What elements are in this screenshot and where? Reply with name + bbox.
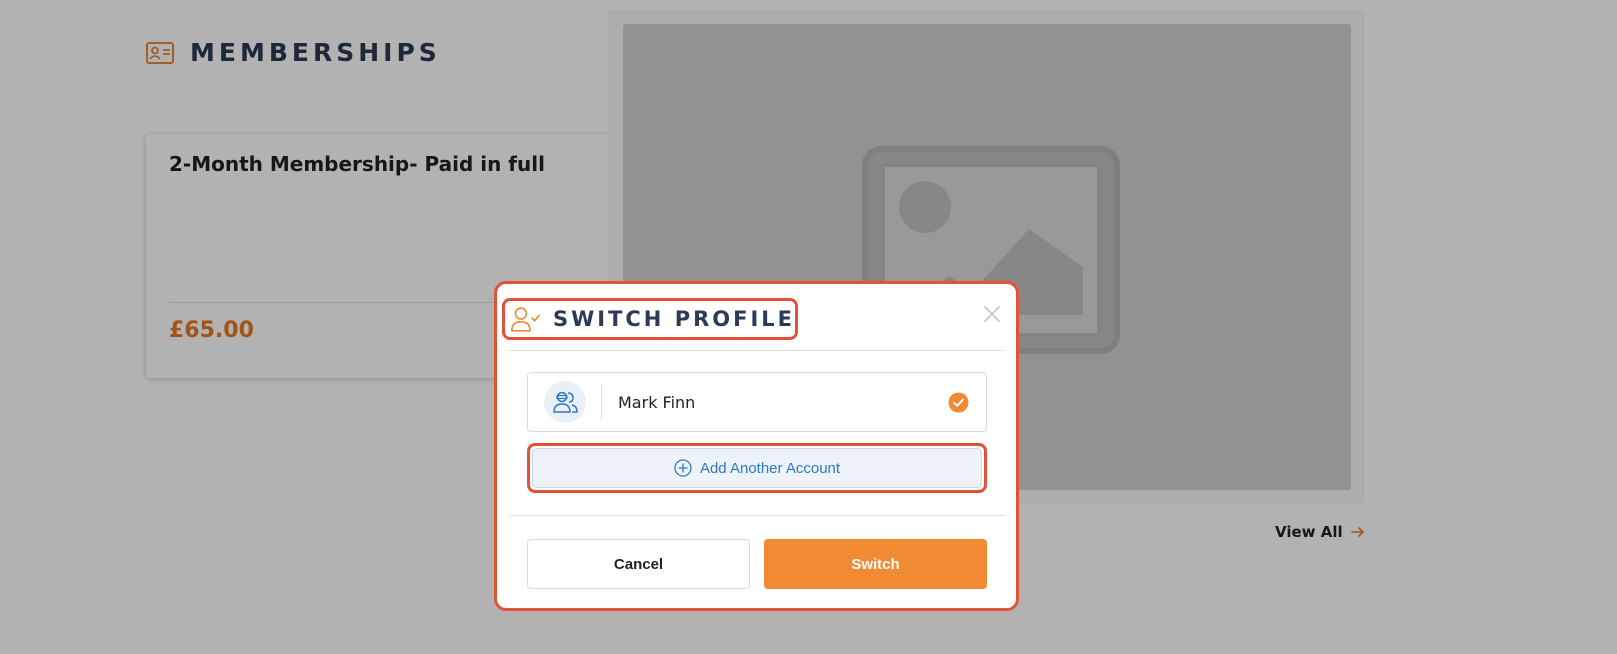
account-option[interactable]: Mark Finn bbox=[527, 372, 987, 432]
add-account-highlight: Add Another Account bbox=[527, 443, 987, 493]
close-icon[interactable] bbox=[982, 304, 1002, 324]
account-name: Mark Finn bbox=[618, 392, 696, 412]
switch-profile-modal: SWITCH PROFILE Mark Finn Add Another Acc… bbox=[494, 281, 1019, 611]
modal-divider-top bbox=[509, 350, 1004, 351]
modal-divider-bottom bbox=[509, 515, 1004, 516]
avatar bbox=[544, 381, 586, 423]
modal-header: SWITCH PROFILE bbox=[502, 298, 798, 340]
modal-title: SWITCH PROFILE bbox=[552, 307, 795, 331]
user-check-icon bbox=[511, 307, 540, 332]
add-account-label: Add Another Account bbox=[699, 459, 841, 477]
cancel-button[interactable]: Cancel bbox=[527, 539, 750, 589]
users-icon bbox=[553, 391, 578, 413]
check-circle-icon bbox=[948, 392, 969, 412]
switch-button[interactable]: Switch bbox=[764, 539, 987, 589]
avatar-divider bbox=[601, 384, 602, 420]
plus-circle-icon bbox=[674, 459, 692, 477]
add-another-account-button[interactable]: Add Another Account bbox=[532, 448, 982, 488]
